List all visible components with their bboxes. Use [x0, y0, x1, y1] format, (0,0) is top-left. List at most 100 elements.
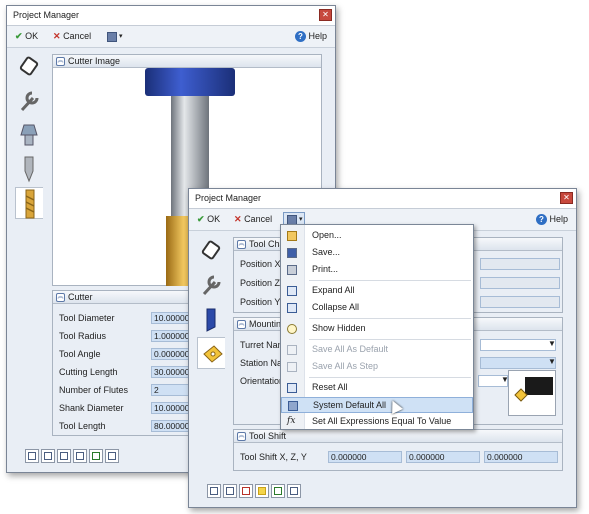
menu-separator [309, 339, 471, 340]
menu-separator [309, 318, 471, 319]
collapse-chevron-icon[interactable]: ︽ [56, 57, 65, 66]
tab-tool-holder[interactable] [197, 303, 225, 335]
reset-icon [287, 383, 297, 393]
tab-holder[interactable] [15, 119, 43, 151]
menu-item-collapse-all[interactable]: Collapse All [281, 300, 473, 316]
collapse-chevron-icon[interactable]: ︽ [237, 320, 246, 329]
cutter-tab-icon [19, 56, 39, 76]
wrench-icon [20, 91, 39, 112]
tab-icon [226, 487, 234, 495]
options-icon [107, 32, 117, 42]
tool-shift-panel: ︽ Tool Shift Tool Shift X, Z, Y 0.000000… [233, 429, 563, 471]
tab-icon [76, 452, 84, 460]
field-tool-shift: Tool Shift X, Z, Y 0.000000 0.000000 0.0… [240, 451, 560, 463]
tool-shift-z-input[interactable]: 0.000000 [406, 451, 480, 463]
tab-icon [290, 487, 298, 495]
bottom-tab-6[interactable] [287, 484, 301, 498]
window-title: Project Manager [13, 10, 80, 20]
title-bar: Project Manager ✕ [7, 6, 335, 26]
tab-insert[interactable] [197, 337, 225, 369]
tab-icon [44, 452, 52, 460]
bottom-tab-1[interactable] [25, 449, 39, 463]
tab-icon [28, 452, 36, 460]
menu-item-reset-all[interactable]: Reset All [281, 380, 473, 396]
orientation-preview [508, 370, 556, 416]
menu-item-show-hidden[interactable]: Show Hidden [281, 321, 473, 337]
close-button[interactable]: ✕ [319, 9, 332, 21]
tab-flutes[interactable] [15, 187, 43, 219]
bottom-tab-strip [25, 449, 119, 466]
tab-icon [108, 452, 116, 460]
menu-item-save-all-as-step[interactable]: Save All As Step [281, 359, 473, 375]
turret-name-select[interactable] [480, 339, 556, 351]
system-default-icon [288, 401, 298, 411]
tab-cutter-icon[interactable] [197, 235, 225, 267]
dropdown-arrow-icon[interactable]: ▼ [548, 339, 556, 348]
position-x-input[interactable] [480, 258, 560, 270]
tab-cutter-icon[interactable] [15, 51, 43, 83]
menu-item-open[interactable]: Open... [281, 228, 473, 244]
tool-holder [145, 68, 235, 96]
dropdown-arrow-icon[interactable]: ▼ [548, 357, 556, 366]
x-icon: ✕ [53, 31, 61, 41]
tab-shank[interactable] [15, 153, 43, 185]
help-icon: ? [535, 214, 547, 225]
help-icon: ? [294, 31, 306, 42]
collapse-chevron-icon[interactable]: ︽ [237, 432, 246, 441]
collapse-chevron-icon[interactable]: ︽ [56, 293, 65, 302]
panel-header[interactable]: ︽ Cutter Image [53, 55, 321, 68]
tool-shift-y-input[interactable]: 0.000000 [484, 451, 558, 463]
check-icon: ✔ [15, 31, 23, 41]
bottom-tab-4[interactable] [73, 449, 87, 463]
ok-button[interactable]: ✔ OK [197, 214, 220, 225]
flute-icon [25, 189, 35, 219]
cancel-button[interactable]: ✕ Cancel [234, 214, 272, 225]
bottom-tab-2[interactable] [223, 484, 237, 498]
tab-icon [258, 487, 266, 495]
bottom-tab-5[interactable] [271, 484, 285, 498]
menu-item-system-default-all[interactable]: System Default All [281, 397, 473, 413]
options-dropdown-menu: Open... Save... Print... Expand All Coll… [280, 224, 474, 430]
printer-icon [287, 265, 297, 275]
cancel-button[interactable]: ✕ Cancel [53, 31, 91, 42]
expand-icon [287, 286, 297, 296]
tab-wrench[interactable] [15, 85, 43, 117]
caret-down-icon: ▾ [299, 216, 303, 223]
ok-button[interactable]: ✔ OK [15, 31, 38, 42]
collapse-icon [287, 303, 297, 313]
collapse-chevron-icon[interactable]: ︽ [237, 240, 246, 249]
bottom-tab-2[interactable] [41, 449, 55, 463]
tool-shift-x-input[interactable]: 0.000000 [328, 451, 402, 463]
station-name-select[interactable] [480, 357, 556, 369]
bottom-tab-3[interactable] [239, 484, 253, 498]
menu-item-set-all-expressions[interactable]: fx Set All Expressions Equal To Value [281, 414, 473, 430]
bottom-tab-4[interactable] [255, 484, 269, 498]
help-button[interactable]: ? Help [294, 31, 327, 42]
position-z-input[interactable] [480, 277, 560, 289]
bottom-tab-5[interactable] [89, 449, 103, 463]
x-icon: ✕ [234, 214, 242, 224]
panel-header[interactable]: ︽ Tool Shift [234, 430, 562, 443]
menu-item-save-all-as-default[interactable]: Save All As Default [281, 342, 473, 358]
save-default-icon [287, 345, 297, 355]
options-menu-button[interactable]: ▾ [103, 29, 125, 45]
toolbar: ✔ OK ✕ Cancel ▾ ? Help [7, 26, 335, 48]
position-y-input[interactable] [480, 296, 560, 308]
tool-holder-icon [206, 308, 216, 332]
tab-icon [92, 452, 100, 460]
bottom-tab-3[interactable] [57, 449, 71, 463]
tab-wrench[interactable] [197, 269, 225, 301]
menu-item-expand-all[interactable]: Expand All [281, 283, 473, 299]
menu-item-save[interactable]: Save... [281, 245, 473, 261]
bottom-tab-6[interactable] [105, 449, 119, 463]
menu-item-print[interactable]: Print... [281, 262, 473, 278]
bottom-tab-strip [207, 484, 301, 501]
close-button[interactable]: ✕ [560, 192, 573, 204]
shank-icon [24, 156, 34, 183]
panel-title: Cutter Image [68, 56, 121, 66]
bottom-tab-1[interactable] [207, 484, 221, 498]
save-icon [287, 248, 297, 258]
tab-icon [242, 487, 250, 495]
caret-down-icon: ▾ [119, 33, 123, 40]
help-button[interactable]: ? Help [535, 214, 568, 225]
